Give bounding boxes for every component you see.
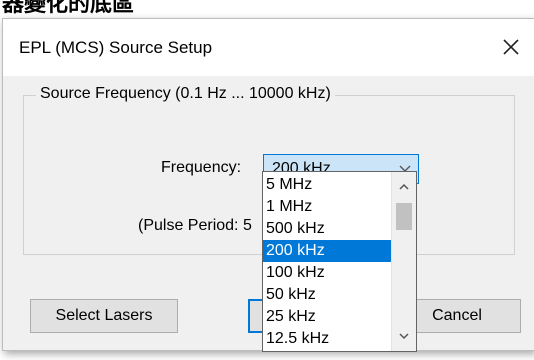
dropdown-option[interactable]: 5 MHz (263, 174, 391, 196)
pulse-period-label: (Pulse Period: 5 (138, 217, 252, 234)
select-lasers-button[interactable]: Select Lasers (30, 299, 178, 333)
dropdown-option[interactable]: 100 kHz (263, 262, 391, 284)
dropdown-option[interactable]: 50 kHz (263, 284, 391, 306)
frequency-dropdown-list[interactable]: 5 MHz 1 MHz 500 kHz 200 kHz 100 kHz 50 k… (262, 171, 417, 352)
close-icon (503, 39, 519, 55)
dropdown-option[interactable]: 500 kHz (263, 218, 391, 240)
dropdown-scrollbar[interactable] (391, 172, 416, 351)
scroll-thumb[interactable] (396, 203, 412, 230)
group-label: Source Frequency (0.1 Hz ... 10000 kHz) (36, 85, 335, 103)
dropdown-options: 5 MHz 1 MHz 500 kHz 200 kHz 100 kHz 50 k… (263, 174, 391, 350)
dropdown-option[interactable]: 25 kHz (263, 306, 391, 328)
title-bar: EPL (MCS) Source Setup (3, 19, 534, 76)
dropdown-option-selected[interactable]: 200 kHz (263, 240, 391, 262)
chevron-up-icon (399, 183, 409, 190)
scroll-down-button[interactable] (392, 329, 416, 343)
dialog-title: EPL (MCS) Source Setup (19, 38, 213, 57)
chevron-down-icon (399, 333, 409, 340)
dropdown-option[interactable]: 1 MHz (263, 196, 391, 218)
close-button[interactable] (494, 31, 528, 63)
scroll-up-button[interactable] (392, 180, 416, 194)
dropdown-option[interactable]: 12.5 kHz (263, 328, 391, 350)
background-text: 器變化的底區 (2, 0, 135, 14)
frequency-label: Frequency: (161, 159, 242, 176)
